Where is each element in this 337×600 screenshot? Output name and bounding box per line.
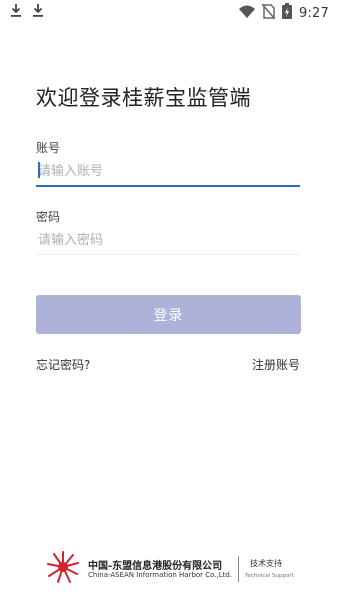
register-link[interactable]: 注册账号 bbox=[252, 356, 300, 373]
footer: 中国-东盟信息港股份有限公司 China-ASEAN Information H… bbox=[46, 548, 296, 588]
support-label-cn: 技术支持 bbox=[250, 559, 282, 568]
download-icon bbox=[10, 3, 22, 19]
account-input[interactable] bbox=[36, 157, 300, 187]
company-name-cn: 中国-东盟信息港股份有限公司 bbox=[88, 561, 223, 572]
status-bar-right: 9:27 bbox=[239, 3, 329, 23]
page-title: 欢迎登录桂薪宝监管端 bbox=[36, 86, 251, 110]
wifi-icon bbox=[239, 4, 255, 23]
battery-charging-icon bbox=[282, 3, 292, 23]
forgot-password-link[interactable]: 忘记密码? bbox=[36, 356, 90, 373]
password-label: 密码 bbox=[36, 210, 61, 224]
text-caret bbox=[38, 162, 40, 178]
status-time: 9:27 bbox=[299, 5, 329, 21]
footer-divider bbox=[238, 556, 239, 582]
status-bar-left bbox=[10, 3, 44, 19]
account-label: 账号 bbox=[36, 141, 61, 155]
login-button[interactable]: 登录 bbox=[36, 295, 301, 334]
no-sim-icon bbox=[261, 3, 276, 23]
company-name-en: China-ASEAN Information Harbor Co.,Ltd. bbox=[88, 571, 233, 579]
company-logo-icon bbox=[46, 550, 80, 584]
status-bar: 9:27 bbox=[0, 0, 337, 24]
password-input[interactable] bbox=[36, 226, 300, 255]
download-icon bbox=[32, 3, 44, 19]
support-label-en: Technical Support bbox=[245, 573, 294, 579]
